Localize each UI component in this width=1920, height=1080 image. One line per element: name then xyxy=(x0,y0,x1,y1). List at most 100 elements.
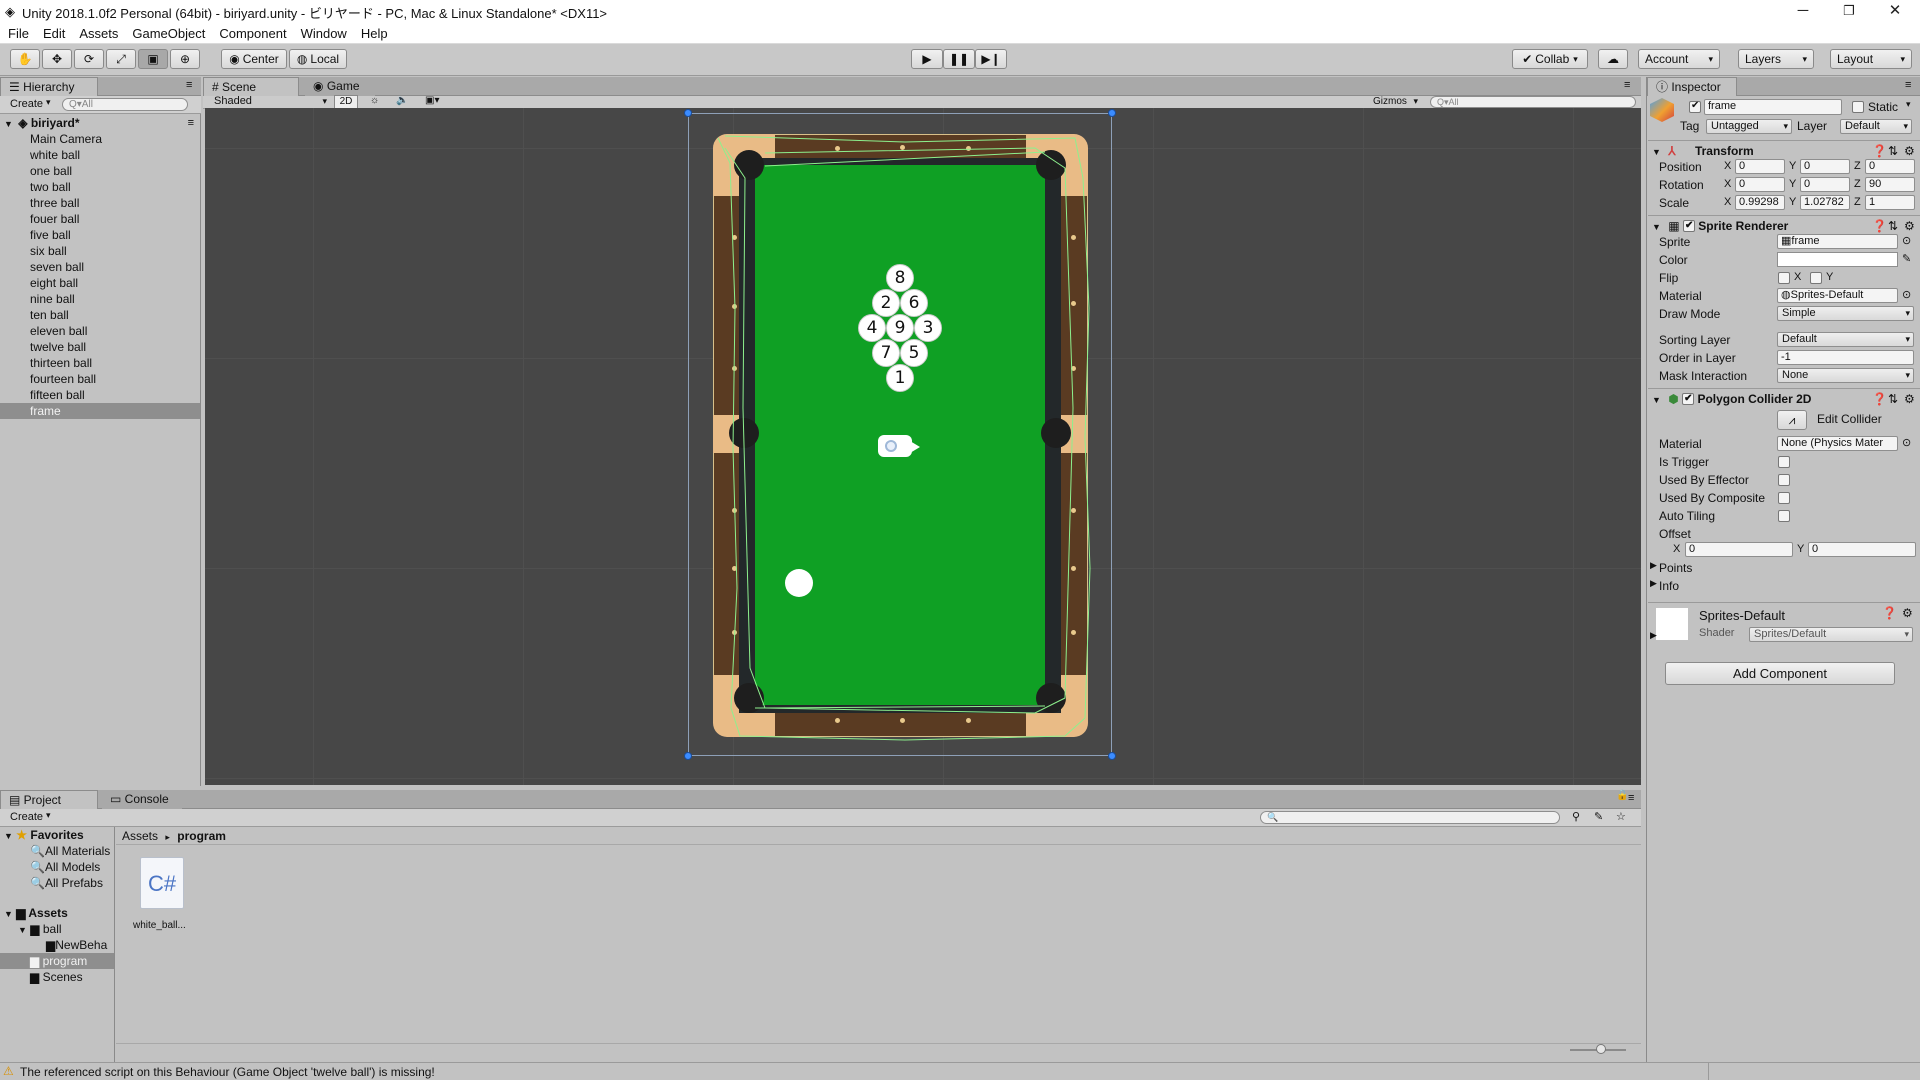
hierarchy-item[interactable]: three ball xyxy=(0,195,200,211)
help-icon[interactable]: ❓ xyxy=(1872,216,1887,236)
scene-search-input[interactable]: Q▾All xyxy=(1430,96,1636,108)
object-name-input[interactable]: frame xyxy=(1704,99,1842,115)
hierarchy-item[interactable]: two ball xyxy=(0,179,200,195)
scale-z-input[interactable]: 1 xyxy=(1865,195,1915,210)
offset-x-input[interactable]: 0 xyxy=(1685,542,1793,557)
position-z-input[interactable]: 0 xyxy=(1865,159,1915,174)
flip-x-checkbox[interactable] xyxy=(1778,272,1790,284)
active-checkbox[interactable]: ✔ xyxy=(1689,100,1701,113)
object-picker-icon[interactable]: ⊙ xyxy=(1902,234,1911,247)
filter-label-icon[interactable]: ✎ xyxy=(1594,810,1603,823)
scene-view[interactable]: 8 2 6 4 9 3 7 5 1 xyxy=(205,108,1641,785)
gear-icon[interactable]: ⚙ xyxy=(1904,389,1915,409)
pause-button[interactable]: ❚❚ xyxy=(943,49,975,69)
hierarchy-item[interactable]: Main Camera xyxy=(0,131,200,147)
folder-item[interactable]: ▼ ▆ ball xyxy=(0,921,114,937)
menu-assets[interactable]: Assets xyxy=(79,26,118,41)
sprite-renderer-header[interactable]: ▼ ▦ ✔ Sprite Renderer ❓ ⇅ ⚙ xyxy=(1648,215,1920,235)
collider-enabled-checkbox[interactable]: ✔ xyxy=(1682,393,1695,405)
folder-item[interactable]: ▆ Scenes xyxy=(0,969,114,985)
position-y-input[interactable]: 0 xyxy=(1800,159,1850,174)
is-trigger-checkbox[interactable] xyxy=(1778,456,1790,468)
preset-icon[interactable]: ⇅ xyxy=(1888,141,1898,161)
hierarchy-item[interactable]: white ball xyxy=(0,147,200,163)
rotate-tool-button[interactable]: ⟳ xyxy=(74,49,104,69)
object-picker-icon[interactable]: ⊙ xyxy=(1902,288,1911,301)
csharp-file-icon[interactable]: C# xyxy=(140,857,184,909)
scale-tool-button[interactable]: ⤢ xyxy=(106,49,136,69)
ball-8[interactable]: 8 xyxy=(886,264,914,292)
auto-tiling-checkbox[interactable] xyxy=(1778,510,1790,522)
shading-dropdown[interactable]: Shaded xyxy=(210,95,330,109)
panel-menu-icon[interactable]: ≡ xyxy=(1905,79,1911,91)
pivot-local-button[interactable]: ◍ Local xyxy=(289,49,347,69)
hierarchy-item[interactable]: fifteen ball xyxy=(0,387,200,403)
rotation-y-input[interactable]: 0 xyxy=(1800,177,1850,192)
hierarchy-item-selected[interactable]: frame xyxy=(0,403,200,419)
cloud-button[interactable]: ☁ xyxy=(1598,49,1628,69)
favorite-item[interactable]: 🔍All Models xyxy=(0,859,114,875)
layer-dropdown[interactable]: Default xyxy=(1840,119,1912,134)
favorites-node[interactable]: ▼ ★ Favorites xyxy=(0,827,114,843)
help-icon[interactable]: ❓ xyxy=(1872,389,1887,409)
triangle-right-icon[interactable]: ▶ xyxy=(1650,630,1657,641)
collab-dropdown[interactable]: ✔ Collab ▾ xyxy=(1512,49,1588,69)
panel-menu-icon[interactable]: ≡ xyxy=(186,79,192,91)
breadcrumb-assets[interactable]: Assets xyxy=(122,829,158,843)
scale-y-input[interactable]: 1.02782 xyxy=(1800,195,1850,210)
scene-root[interactable]: ▼ ◈ biriyard* ≡ xyxy=(0,115,200,131)
transform-header[interactable]: ▼ ⅄ Transform ❓ ⇅ ⚙ xyxy=(1648,140,1920,160)
static-checkbox[interactable] xyxy=(1852,101,1864,113)
ball-5[interactable]: 5 xyxy=(900,339,928,367)
step-button[interactable]: ▶❙ xyxy=(975,49,1007,69)
menu-help[interactable]: Help xyxy=(361,26,388,41)
gizmos-dropdown[interactable]: Gizmos xyxy=(1369,95,1421,109)
hierarchy-item[interactable]: fouer ball xyxy=(0,211,200,227)
sprite-renderer-enabled-checkbox[interactable]: ✔ xyxy=(1682,220,1695,232)
panel-menu-icon[interactable]: ≡ xyxy=(1628,792,1634,804)
white-ball[interactable] xyxy=(785,569,813,597)
project-search-input[interactable]: 🔍 xyxy=(1260,811,1560,824)
chevron-down-icon[interactable]: ▾ xyxy=(1906,99,1911,110)
hierarchy-item[interactable]: thirteen ball xyxy=(0,355,200,371)
favorite-star-icon[interactable]: ☆ xyxy=(1616,810,1626,823)
order-in-layer-input[interactable]: -1 xyxy=(1777,350,1914,365)
draw-mode-dropdown[interactable]: Simple xyxy=(1777,306,1914,321)
add-component-button[interactable]: Add Component xyxy=(1665,662,1895,685)
audio-icon[interactable]: 🔈 xyxy=(396,95,408,106)
flip-y-checkbox[interactable] xyxy=(1810,272,1822,284)
preset-icon[interactable]: ⇅ xyxy=(1888,389,1898,409)
polygon-collider-header[interactable]: ▼ ⬢ ✔ Polygon Collider 2D ❓ ⇅ ⚙ xyxy=(1648,388,1920,408)
hierarchy-item[interactable]: ten ball xyxy=(0,307,200,323)
panel-menu-icon[interactable]: ≡ xyxy=(1624,79,1630,91)
ball-6[interactable]: 6 xyxy=(900,289,928,317)
filter-type-icon[interactable]: ⚲ xyxy=(1572,810,1580,823)
hierarchy-item[interactable]: twelve ball xyxy=(0,339,200,355)
preset-icon[interactable]: ⇅ xyxy=(1888,216,1898,236)
folder-item-selected[interactable]: ▆ program xyxy=(0,953,114,969)
hierarchy-item[interactable]: six ball xyxy=(0,243,200,259)
used-by-effector-checkbox[interactable] xyxy=(1778,474,1790,486)
favorite-item[interactable]: 🔍All Prefabs xyxy=(0,875,114,891)
hierarchy-item[interactable]: fourteen ball xyxy=(0,371,200,387)
menu-component[interactable]: Component xyxy=(219,26,286,41)
minimize-button[interactable]: ─ xyxy=(1780,0,1826,24)
hierarchy-item[interactable]: one ball xyxy=(0,163,200,179)
menu-window[interactable]: Window xyxy=(301,26,347,41)
sorting-layer-dropdown[interactable]: Default xyxy=(1777,332,1914,347)
rotation-z-input[interactable]: 90 xyxy=(1865,177,1915,192)
ball-7[interactable]: 7 xyxy=(872,339,900,367)
tab-project[interactable]: ▤ Project xyxy=(0,790,98,809)
transform-tool-button[interactable]: ⊕ xyxy=(170,49,200,69)
ball-2[interactable]: 2 xyxy=(872,289,900,317)
menu-edit[interactable]: Edit xyxy=(43,26,65,41)
close-button[interactable]: ✕ xyxy=(1872,0,1918,24)
position-x-input[interactable]: 0 xyxy=(1735,159,1785,174)
gear-icon[interactable]: ⚙ xyxy=(1902,606,1913,620)
favorite-item[interactable]: 🔍All Materials xyxy=(0,843,114,859)
hand-tool-button[interactable]: ✋ xyxy=(10,49,40,69)
ball-9[interactable]: 9 xyxy=(886,314,914,342)
eyedropper-icon[interactable]: ✎ xyxy=(1902,252,1911,265)
folder-item[interactable]: ▆NewBeha xyxy=(0,937,114,953)
2d-toggle[interactable]: 2D xyxy=(334,95,358,109)
